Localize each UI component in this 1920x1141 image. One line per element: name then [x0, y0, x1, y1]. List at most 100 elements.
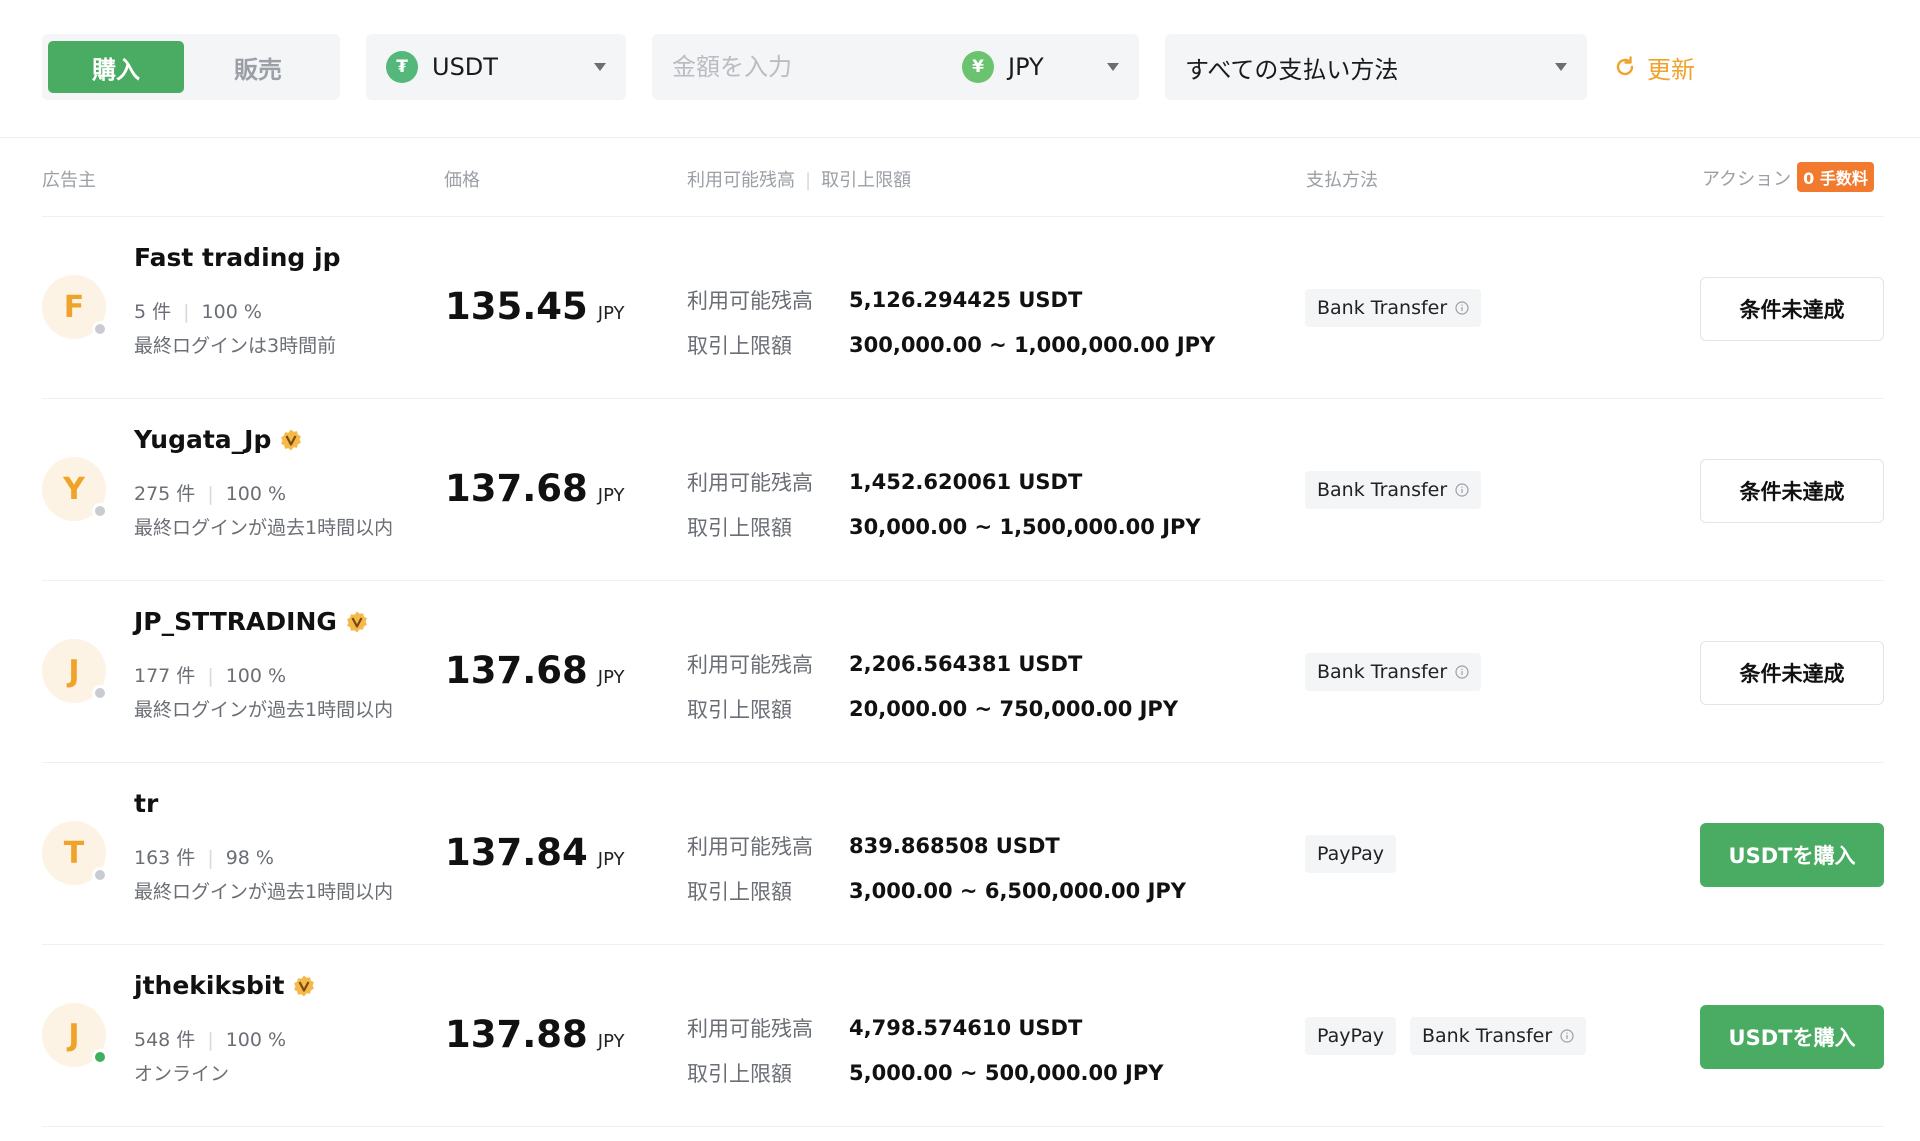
limits: 利用可能残高 5,126.294425 USDT 取引上限額 300,000.00 … [687, 277, 1215, 367]
available-label: 利用可能残高 [687, 288, 813, 313]
table-row: F Fast trading jp 5 件 | 100 % 最終ログインは3時間前 … [42, 217, 1884, 399]
avatar[interactable]: T [42, 821, 108, 885]
advertiser-stats: 275 件 | 100 % [134, 479, 286, 506]
price-value: 137.88 [445, 1013, 588, 1056]
price-value: 137.84 [445, 831, 588, 874]
table-row: Y Yugata_Jp 275 件 | 100 % 最終ログインが過去1時間以内 1… [42, 399, 1884, 581]
currency-select[interactable]: ¥ JPY [962, 34, 1044, 100]
payment-tag-bank-transfer: Bank Transfer [1409, 1017, 1587, 1055]
avatar[interactable]: Y [42, 457, 108, 521]
header-price: 価格 [444, 170, 480, 191]
advertiser-name-text: jthekiksbit [134, 971, 285, 1000]
advertiser-name[interactable]: Yugata_Jp [134, 425, 303, 454]
price-unit: JPY [597, 667, 625, 688]
advertiser-name-text: Yugata_Jp [134, 425, 272, 454]
amount-input[interactable] [672, 53, 952, 81]
last-login: 最終ログインが過去1時間以内 [134, 517, 394, 539]
payment-tag-paypay: PayPay [1305, 1017, 1396, 1055]
info-icon[interactable] [1455, 665, 1469, 679]
payment-tag-label: Bank Transfer [1421, 1025, 1553, 1047]
price: 137.68 JPY [445, 649, 625, 692]
last-login: 最終ログインは3時間前 [134, 335, 337, 357]
header-advertiser: 広告主 [42, 170, 96, 191]
limit-label: 取引上限額 [687, 333, 792, 358]
stat-separator: | [183, 301, 190, 323]
limits: 利用可能残高 839.868508 USDT 取引上限額 3,000.00 ~ 6,… [687, 823, 1186, 913]
requirements-not-met-button[interactable]: 条件未達成 [1700, 459, 1884, 523]
usdt-coin-icon: ₮ [386, 51, 418, 83]
payment-tag-paypay: PayPay [1305, 835, 1396, 873]
order-count: 5 件 [134, 301, 172, 323]
coin-select[interactable]: ₮ USDT [366, 34, 626, 100]
available-value: 1,452.620061 USDT [849, 469, 1083, 494]
completion-rate: 98 % [225, 847, 274, 869]
sell-tab[interactable]: 販売 [190, 41, 326, 93]
available-label: 利用可能残高 [687, 470, 813, 495]
advertiser-name[interactable]: tr [134, 789, 158, 818]
buy-usdt-button[interactable]: USDTを購入 [1700, 1005, 1884, 1069]
completion-rate: 100 % [201, 301, 262, 323]
payment-method-select[interactable]: すべての支払い方法 [1165, 34, 1587, 100]
completion-rate: 100 % [225, 483, 287, 505]
info-icon[interactable] [1560, 1029, 1574, 1043]
table-row: T tr 163 件 | 98 % 最終ログインが過去1時間以内 137.84 JPY… [42, 763, 1884, 945]
advertiser-name[interactable]: JP_STTRADING [134, 607, 369, 636]
offline-status-dot [92, 685, 108, 701]
payment-tag-bank-transfer: Bank Transfer [1305, 289, 1482, 327]
limits: 利用可能残高 1,452.620061 USDT 取引上限額 30,000.00 ~… [687, 459, 1201, 549]
payment-methods: Bank Transfer [1305, 471, 1495, 509]
price: 137.68 JPY [445, 467, 625, 510]
stat-separator: | [207, 1029, 214, 1051]
advertiser-name[interactable]: jthekiksbit [134, 971, 316, 1000]
verified-badge-icon [281, 429, 302, 450]
limit-label: 取引上限額 [687, 1061, 792, 1086]
order-count: 548 件 [134, 1029, 196, 1051]
payment-methods: Bank Transfer [1305, 653, 1495, 691]
payment-tag-label: PayPay [1317, 1025, 1384, 1047]
last-login: 最終ログインが過去1時間以内 [134, 699, 394, 721]
header-payment: 支払方法 [1306, 170, 1378, 191]
payment-methods: Bank Transfer [1305, 289, 1495, 327]
avatar-initial: J [68, 1017, 80, 1053]
stat-separator: | [207, 847, 214, 869]
order-count: 177 件 [134, 665, 196, 687]
stat-separator: | [207, 483, 214, 505]
info-icon[interactable] [1455, 483, 1469, 497]
avatar[interactable]: F [42, 275, 108, 339]
amount-field: ¥ JPY [652, 34, 1139, 100]
refresh-label: 更新 [1647, 55, 1695, 84]
avatar[interactable]: J [42, 1003, 108, 1067]
avatar[interactable]: J [42, 639, 108, 703]
limits: 利用可能残高 4,798.574610 USDT 取引上限額 5,000.00 ~ … [687, 1005, 1163, 1095]
requirements-not-met-button[interactable]: 条件未達成 [1700, 641, 1884, 705]
header-limit: 取引上限額 [821, 170, 912, 191]
buy-usdt-button[interactable]: USDTを購入 [1700, 823, 1884, 887]
limit-label: 取引上限額 [687, 697, 792, 722]
advertiser-name[interactable]: Fast trading jp [134, 243, 341, 272]
price-value: 137.68 [445, 649, 588, 692]
info-icon[interactable] [1455, 301, 1469, 315]
refresh-button[interactable]: 更新 [1613, 50, 1695, 85]
requirements-not-met-button[interactable]: 条件未達成 [1700, 277, 1884, 341]
payment-tag-label: Bank Transfer [1317, 661, 1448, 683]
last-login: 最終ログインが過去1時間以内 [134, 881, 394, 903]
online-status-text: オンライン [134, 1063, 230, 1085]
table-row: J JP_STTRADING 177 件 | 100 % 最終ログインが過去1時間以… [42, 581, 1884, 763]
offline-status-dot [92, 321, 108, 337]
buy-tab[interactable]: 購入 [48, 41, 184, 93]
header-action-label: アクション [1702, 169, 1792, 190]
zero-fee-badge: 0 手数料 [1797, 162, 1874, 192]
refresh-icon [1616, 56, 1634, 76]
coin-select-value: USDT [432, 53, 498, 81]
payment-tag-bank-transfer: Bank Transfer [1305, 653, 1482, 691]
limit-value: 30,000.00 ~ 1,500,000.00 JPY [849, 514, 1201, 539]
price-unit: JPY [597, 849, 625, 870]
avatar-initial: F [63, 289, 85, 325]
caret-down-icon [594, 63, 606, 71]
verified-badge-icon [347, 611, 367, 632]
jpy-coin-icon: ¥ [962, 51, 994, 83]
price-value: 137.68 [445, 467, 588, 510]
order-count: 275 件 [134, 483, 196, 505]
payment-tag-label: Bank Transfer [1317, 297, 1448, 319]
avatar-initial: Y [63, 471, 85, 507]
